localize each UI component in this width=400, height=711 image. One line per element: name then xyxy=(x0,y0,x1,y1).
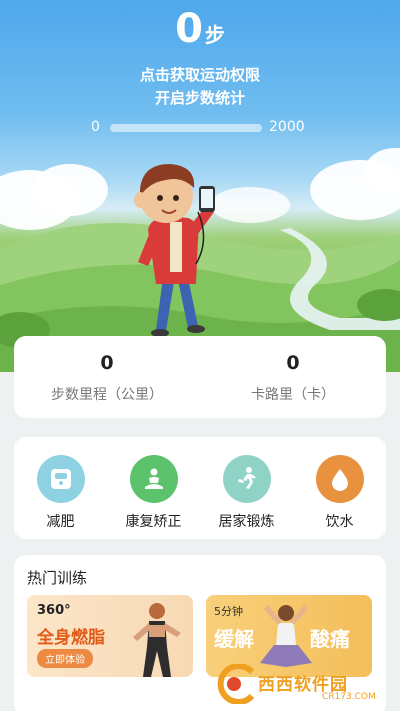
scale-icon xyxy=(36,455,85,503)
step-goal-progress: 0 2000 xyxy=(0,118,400,138)
shortcut-label: 减肥 xyxy=(46,514,75,530)
promo-title-part1: 缓解 xyxy=(214,627,254,651)
hero-banner[interactable]: 0步 点击获取运动权限 开启步数统计 0 2000 xyxy=(0,0,400,372)
try-now-button[interactable]: 立即体验 xyxy=(37,649,93,668)
step-count-unit: 步 xyxy=(204,23,225,47)
shortcut-label: 康复矫正 xyxy=(125,514,182,530)
shortcut-home-workout[interactable]: 居家锻炼 xyxy=(200,455,293,531)
stats-card: 0 步数里程（公里） 0 卡路里（卡） xyxy=(14,336,386,418)
stat-distance-value: 0 xyxy=(100,352,114,374)
fitness-woman-illustration xyxy=(133,603,181,677)
progress-track xyxy=(110,124,262,132)
stat-distance-label: 步数里程（公里） xyxy=(51,387,163,403)
hot-training-title: 热门训练 xyxy=(27,569,88,587)
stat-calories-value: 0 xyxy=(286,352,300,374)
landscape-illustration xyxy=(0,148,400,372)
progress-max-label: 2000 xyxy=(269,119,305,135)
watermark-url: CR173.COM xyxy=(322,692,376,702)
shortcut-weight-loss[interactable]: 减肥 xyxy=(14,455,107,531)
shortcut-label: 居家锻炼 xyxy=(218,514,275,530)
stat-calories: 0 卡路里（卡） xyxy=(200,336,386,404)
running-icon xyxy=(222,455,271,503)
shortcuts-card: 减肥 康复矫正 居家锻炼 饮水 xyxy=(14,437,386,539)
shortcut-label: 饮水 xyxy=(325,514,354,530)
promo-title-part2: 酸痛 xyxy=(310,627,350,651)
stat-calories-label: 卡路里（卡） xyxy=(251,387,335,403)
shortcut-rehab[interactable]: 康复矫正 xyxy=(107,455,200,531)
step-count: 0步 xyxy=(0,6,400,52)
promo-tag: 5分钟 xyxy=(214,605,243,618)
meditation-icon xyxy=(129,455,178,503)
shortcut-water[interactable]: 饮水 xyxy=(293,455,386,531)
watermark-logo: 西西软件园 CR173.COM xyxy=(212,664,386,704)
stat-distance: 0 步数里程（公里） xyxy=(14,336,200,404)
training-card-fat-burn[interactable]: 360° 全身燃脂 立即体验 xyxy=(27,595,193,677)
promo-tag: 360° xyxy=(37,603,71,618)
permission-prompt-line2[interactable]: 开启步数统计 xyxy=(0,87,400,108)
promo-title: 全身燃脂 xyxy=(37,628,105,648)
step-count-value: 0 xyxy=(175,6,203,52)
permission-prompt-line1[interactable]: 点击获取运动权限 xyxy=(0,64,400,85)
watermark-emblem xyxy=(217,664,255,704)
progress-min-label: 0 xyxy=(91,119,100,135)
water-drop-icon xyxy=(315,455,364,503)
